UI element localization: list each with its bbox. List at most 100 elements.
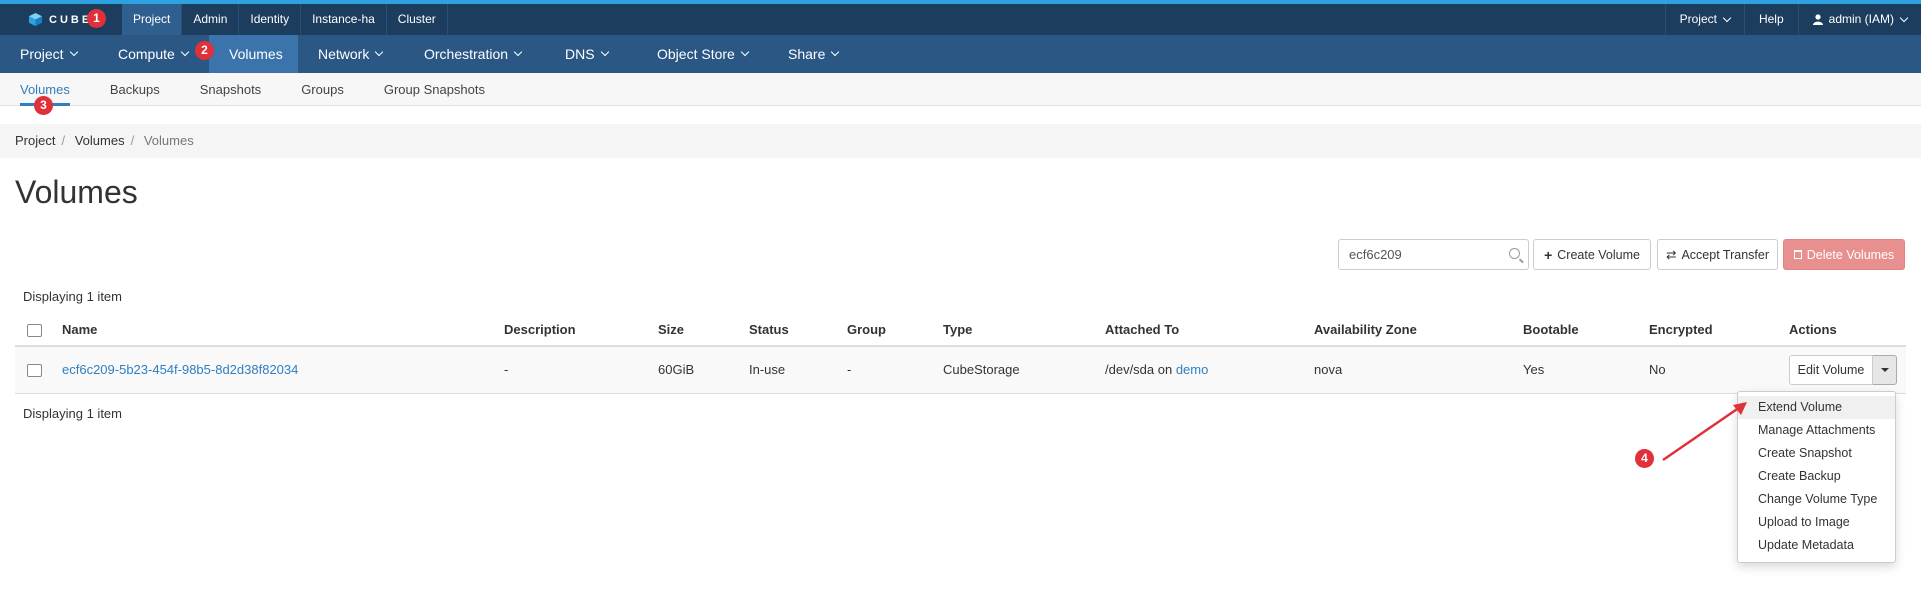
cell-group: - [847, 346, 943, 394]
topnav-identity[interactable]: Identity [239, 4, 302, 35]
delete-volumes-button[interactable]: Delete Volumes [1783, 239, 1905, 270]
select-all-checkbox[interactable] [27, 323, 42, 337]
menu-item-upload-to-image[interactable]: Upload to Image [1738, 511, 1895, 534]
annotation-badge-4: 4 [1635, 449, 1654, 468]
trash-icon [1793, 250, 1802, 259]
create-volume-button[interactable]: + Create Volume [1533, 239, 1651, 270]
user-menu[interactable]: admin (IAM) [1797, 4, 1921, 35]
annotation-badge-2: 2 [195, 41, 214, 60]
menu-item-create-backup[interactable]: Create Backup [1738, 465, 1895, 488]
volumes-subnav: Volumes Backups Snapshots Groups Group S… [0, 73, 1921, 106]
row-actions-group: Edit Volume [1789, 354, 1897, 385]
mainnav-compute[interactable]: Compute [98, 35, 209, 73]
delete-volumes-label: Delete Volumes [1806, 247, 1895, 262]
col-actions: Actions [1789, 313, 1906, 347]
menu-item-extend-volume[interactable]: Extend Volume [1738, 396, 1895, 419]
project-selector[interactable]: Project [1664, 4, 1744, 35]
breadcrumb-current: Volumes [143, 133, 194, 148]
annotation-badge-3: 3 [34, 96, 53, 115]
mainnav-project[interactable]: Project [0, 35, 98, 73]
chevron-down-icon [513, 47, 523, 57]
chevron-down-icon [600, 47, 609, 57]
chevron-down-icon [1899, 13, 1909, 22]
col-size[interactable]: Size [658, 313, 749, 347]
col-availability-zone[interactable]: Availability Zone [1314, 313, 1523, 347]
mainnav-project-label: Project [20, 46, 64, 62]
col-group[interactable]: Group [847, 313, 943, 347]
cube-logo-icon [28, 12, 43, 27]
col-status[interactable]: Status [749, 313, 847, 347]
mainnav-volumes-label: Volumes [229, 46, 283, 62]
main-nav: Project Compute Volumes Network Orchestr… [0, 35, 1921, 73]
menu-item-create-snapshot[interactable]: Create Snapshot [1738, 442, 1895, 465]
plus-icon: + [1544, 246, 1553, 263]
mainnav-orchestration[interactable]: Orchestration [404, 35, 545, 73]
tab-backups[interactable]: Backups [110, 73, 160, 106]
transfer-icon: ⇄ [1665, 248, 1677, 262]
topnav-cluster[interactable]: Cluster [387, 4, 448, 35]
accept-transfer-button[interactable]: ⇄ Accept Transfer [1657, 239, 1778, 270]
user-icon [1812, 14, 1823, 25]
volume-name-link[interactable]: ecf6c209-5b23-454f-98b5-8d2d38f82034 [62, 362, 298, 377]
mainnav-orchestration-label: Orchestration [424, 46, 509, 62]
top-right-menu: Project Help admin (IAM) [1664, 4, 1921, 35]
menu-item-update-metadata[interactable]: Update Metadata [1738, 534, 1895, 557]
attached-instance-link[interactable]: demo [1176, 362, 1209, 377]
col-attached-to[interactable]: Attached To [1105, 313, 1314, 347]
cell-bootable: Yes [1523, 346, 1649, 394]
help-link[interactable]: Help [1743, 4, 1798, 35]
search-icon[interactable] [1509, 248, 1520, 259]
chevron-down-icon [740, 47, 750, 57]
chevron-down-icon [375, 47, 384, 57]
col-name[interactable]: Name [62, 313, 504, 347]
mainnav-volumes[interactable]: Volumes [209, 35, 298, 73]
user-menu-label: admin (IAM) [1828, 12, 1894, 26]
search-input[interactable] [1339, 240, 1499, 269]
annotation-arrow [1662, 402, 1747, 462]
col-bootable[interactable]: Bootable [1523, 313, 1649, 347]
accept-transfer-label: Accept Transfer [1681, 247, 1770, 262]
col-type[interactable]: Type [943, 313, 1105, 347]
mainnav-dns[interactable]: DNS [545, 35, 637, 73]
col-encrypted[interactable]: Encrypted [1649, 313, 1789, 347]
mainnav-object-store[interactable]: Object Store [637, 35, 768, 73]
chevron-down-icon [180, 47, 190, 57]
cell-encrypted: No [1649, 346, 1789, 394]
display-count-top: Displaying 1 item [23, 289, 122, 304]
topnav-admin[interactable]: Admin [182, 4, 240, 35]
chevron-down-icon [1722, 13, 1732, 22]
annotation-badge-1: 1 [87, 9, 106, 28]
cell-size: 60GiB [658, 346, 749, 394]
mainnav-share[interactable]: Share [768, 35, 858, 73]
mainnav-share-label: Share [788, 46, 826, 62]
create-volume-label: Create Volume [1557, 247, 1640, 262]
topnav-instance-ha[interactable]: Instance-ha [301, 4, 387, 35]
tab-group-snapshots[interactable]: Group Snapshots [384, 73, 485, 106]
mainnav-object-store-label: Object Store [657, 46, 735, 62]
menu-item-change-volume-type[interactable]: Change Volume Type [1738, 488, 1895, 511]
top-bar: CUBE Project Admin Identity Instance-ha … [0, 4, 1921, 35]
tab-groups[interactable]: Groups [301, 73, 344, 106]
breadcrumb-volumes[interactable]: Volumes [75, 133, 125, 148]
volumes-table: Name Description Size Status Group Type … [15, 313, 1906, 394]
attached-device: /dev/sda on [1105, 362, 1176, 378]
row-actions-menu: Extend Volume Manage Attachments Create … [1737, 391, 1896, 563]
row-checkbox[interactable] [27, 364, 42, 378]
search-box [1338, 239, 1529, 270]
mainnav-network-label: Network [318, 46, 370, 62]
chevron-down-icon [69, 47, 78, 57]
breadcrumb-project[interactable]: Project [15, 133, 55, 148]
display-count-bottom: Displaying 1 item [23, 406, 122, 421]
menu-item-manage-attachments[interactable]: Manage Attachments [1738, 419, 1895, 442]
actions-dropdown-toggle[interactable] [1873, 354, 1897, 385]
mainnav-network[interactable]: Network [298, 35, 404, 73]
col-description[interactable]: Description [504, 313, 658, 347]
table-row: ecf6c209-5b23-454f-98b5-8d2d38f82034 - 6… [15, 346, 1906, 394]
mainnav-dns-label: DNS [565, 46, 595, 62]
tab-snapshots[interactable]: Snapshots [200, 73, 261, 106]
cell-status: In-use [749, 346, 847, 394]
edit-volume-button[interactable]: Edit Volume [1789, 354, 1873, 385]
top-nav: Project Admin Identity Instance-ha Clust… [122, 4, 448, 35]
topnav-project[interactable]: Project [122, 4, 183, 35]
cell-attached-to: /dev/sda on demo [1105, 346, 1314, 394]
